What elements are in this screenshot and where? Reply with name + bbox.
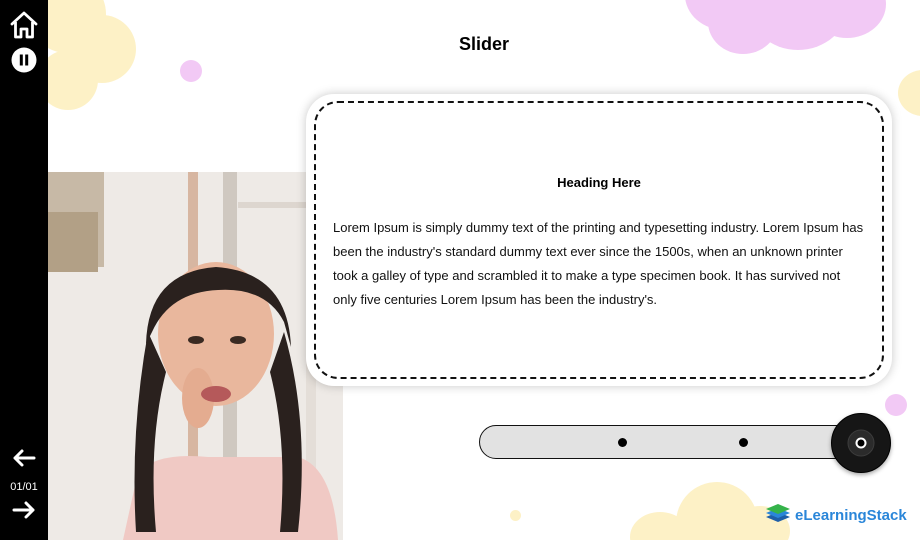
content-card: Heading Here Lorem Ipsum is simply dummy… xyxy=(306,94,892,386)
slider-knob-icon xyxy=(847,429,875,457)
card-body-text: Lorem Ipsum is simply dummy text of the … xyxy=(333,220,864,307)
brand-logo-text: eLearningStack xyxy=(795,506,907,524)
page-indicator: 01/01 xyxy=(10,481,38,493)
slider-stop-dot[interactable] xyxy=(739,438,748,447)
card-dashed-border: Heading Here Lorem Ipsum is simply dummy… xyxy=(314,101,884,379)
slider-stop-dot[interactable] xyxy=(618,438,627,447)
next-button[interactable] xyxy=(0,500,48,524)
slider-track[interactable] xyxy=(479,425,861,459)
page-title: Slider xyxy=(458,34,510,54)
slide-stage: Slider Heading Here Lorem Ipsum is simpl… xyxy=(48,0,920,540)
cloud-decoration-right xyxy=(898,70,920,116)
arrow-right-icon xyxy=(12,500,36,525)
book-stack-icon xyxy=(764,502,792,529)
sidebar: 01/01 xyxy=(0,0,48,540)
brand-logo: eLearningStack xyxy=(764,503,907,527)
home-button[interactable] xyxy=(0,10,48,44)
bubble-decoration xyxy=(180,60,202,82)
previous-button[interactable] xyxy=(0,448,48,472)
pause-icon xyxy=(11,47,37,78)
card-heading: Heading Here xyxy=(557,175,641,190)
pause-button[interactable] xyxy=(0,47,48,78)
bubble-decoration xyxy=(885,394,907,416)
slider-knob[interactable] xyxy=(831,413,891,473)
bubble-decoration xyxy=(510,510,521,521)
home-icon xyxy=(9,10,39,45)
arrow-left-icon xyxy=(12,448,36,473)
